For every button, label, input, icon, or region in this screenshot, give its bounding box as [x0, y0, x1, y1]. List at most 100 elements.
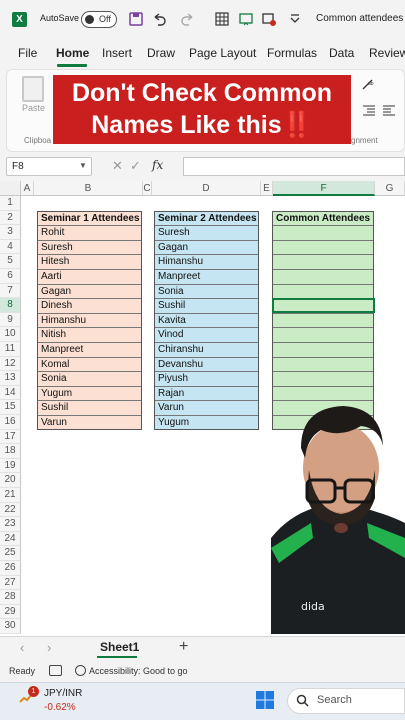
previous-sheet-icon[interactable]: ‹ — [20, 640, 24, 655]
row-header-2[interactable]: 2 — [0, 210, 21, 226]
seminar1-cell[interactable]: Manpreet — [38, 343, 141, 358]
next-sheet-icon[interactable]: › — [47, 640, 51, 655]
seminar1-cell[interactable]: Varun — [38, 416, 141, 431]
row-header-13[interactable]: 13 — [0, 371, 21, 386]
seminar1-cell[interactable]: Sonia — [38, 372, 141, 387]
row-header-29[interactable]: 29 — [0, 604, 21, 620]
common-cell[interactable] — [273, 255, 373, 270]
tab-file[interactable]: File — [18, 46, 37, 60]
row-header-28[interactable]: 28 — [0, 590, 21, 605]
common-cell[interactable] — [273, 270, 373, 285]
common-cell[interactable] — [273, 241, 373, 256]
common-cell[interactable] — [273, 285, 373, 300]
row-header-21[interactable]: 21 — [0, 488, 21, 503]
seminar2-cell[interactable]: Gagan — [155, 241, 258, 256]
common-cell[interactable] — [273, 343, 373, 358]
column-header-e[interactable]: E — [261, 181, 273, 196]
seminar2-cell[interactable]: Sushil — [155, 299, 258, 314]
macro-record-icon[interactable] — [49, 665, 62, 676]
tab-insert[interactable]: Insert — [102, 46, 132, 60]
search-icon[interactable] — [296, 694, 309, 707]
seminar2-cell[interactable]: Kavita — [155, 314, 258, 329]
tab-page-layout[interactable]: Page Layout — [189, 46, 256, 60]
autosave-toggle[interactable]: Off — [81, 11, 117, 28]
accessibility-icon[interactable] — [75, 665, 86, 676]
seminar1-cell[interactable]: Nitish — [38, 328, 141, 343]
windows-start-icon[interactable] — [255, 690, 275, 710]
row-header-16[interactable]: 16 — [0, 415, 21, 430]
seminar1-cell[interactable]: Himanshu — [38, 314, 141, 329]
row-header-9[interactable]: 9 — [0, 312, 21, 328]
column-header-c[interactable]: C — [143, 181, 152, 196]
column-header-a[interactable]: A — [21, 181, 34, 196]
row-header-17[interactable]: 17 — [0, 429, 21, 445]
tab-formulas[interactable]: Formulas — [267, 46, 317, 60]
seminar2-cell[interactable]: Yugum — [155, 416, 258, 431]
row-header-22[interactable]: 22 — [0, 502, 21, 518]
seminar2-cell[interactable]: Vinod — [155, 328, 258, 343]
paste-icon[interactable] — [22, 76, 44, 102]
row-header-14[interactable]: 14 — [0, 385, 21, 401]
tab-data[interactable]: Data — [329, 46, 354, 60]
seminar1-cell[interactable]: Aarti — [38, 270, 141, 285]
row-header-12[interactable]: 12 — [0, 356, 21, 372]
tab-home[interactable]: Home — [56, 46, 89, 60]
customize-toolbar-icon[interactable] — [287, 11, 303, 27]
seminar2-cell[interactable]: Varun — [155, 401, 258, 416]
seminar1-cell[interactable]: Yugum — [38, 387, 141, 402]
seminar2-cell[interactable]: Piyush — [155, 372, 258, 387]
seminar1-cell[interactable]: Rohit — [38, 226, 141, 241]
table-icon[interactable] — [214, 11, 230, 27]
tab-draw[interactable]: Draw — [147, 46, 175, 60]
select-all-corner[interactable] — [0, 181, 21, 196]
row-header-26[interactable]: 26 — [0, 561, 21, 576]
insert-function-button[interactable]: fx — [152, 158, 163, 172]
row-header-19[interactable]: 19 — [0, 458, 21, 474]
row-header-25[interactable]: 25 — [0, 546, 21, 561]
orientation-icon[interactable]: ab — [362, 78, 376, 90]
column-header-f[interactable]: F — [273, 181, 375, 196]
row-header-4[interactable]: 4 — [0, 239, 21, 255]
row-header-23[interactable]: 23 — [0, 517, 21, 532]
seminar1-cell[interactable]: Hitesh — [38, 255, 141, 270]
common-cell[interactable] — [273, 226, 373, 241]
row-header-27[interactable]: 27 — [0, 575, 21, 591]
row-header-5[interactable]: 5 — [0, 254, 21, 269]
formula-input[interactable] — [183, 157, 405, 176]
seminar1-cell[interactable]: Gagan — [38, 285, 141, 300]
column-header-g[interactable]: G — [375, 181, 405, 196]
row-header-1[interactable]: 1 — [0, 196, 21, 211]
enter-check-icon[interactable]: ✓ — [130, 158, 141, 174]
ticker-name[interactable]: JPY/INR — [44, 688, 82, 699]
decrease-indent-icon[interactable] — [362, 104, 376, 116]
ticker-change[interactable]: -0.62% — [44, 702, 76, 713]
common-cell[interactable] — [273, 372, 373, 387]
undo-icon[interactable] — [151, 11, 167, 27]
redo-icon[interactable] — [180, 11, 196, 27]
add-sheet-icon[interactable]: + — [179, 638, 188, 656]
present-icon[interactable] — [238, 11, 254, 27]
record-icon[interactable] — [261, 11, 277, 27]
seminar2-cell[interactable]: Rajan — [155, 387, 258, 402]
seminar2-cell[interactable]: Devanshu — [155, 358, 258, 373]
seminar2-cell[interactable]: Chiranshu — [155, 343, 258, 358]
chevron-down-icon[interactable]: ▼ — [79, 161, 87, 170]
seminar2-cell[interactable]: Himanshu — [155, 255, 258, 270]
row-header-7[interactable]: 7 — [0, 283, 21, 299]
seminar1-cell[interactable]: Dinesh — [38, 299, 141, 314]
seminar1-cell[interactable]: Sushil — [38, 401, 141, 416]
row-header-8[interactable]: 8 — [0, 298, 21, 313]
common-cell[interactable] — [273, 314, 373, 329]
seminar1-cell[interactable]: Suresh — [38, 241, 141, 256]
seminar1-cell[interactable]: Komal — [38, 358, 141, 373]
seminar2-cell[interactable]: Sonia — [155, 285, 258, 300]
seminar1-header[interactable]: Seminar 1 Attendees — [38, 212, 141, 227]
row-header-18[interactable]: 18 — [0, 444, 21, 459]
cancel-icon[interactable]: ✕ — [112, 158, 123, 174]
increase-indent-icon[interactable] — [382, 104, 396, 116]
row-header-11[interactable]: 11 — [0, 342, 21, 357]
save-icon[interactable] — [128, 11, 144, 27]
common-header[interactable]: Common Attendees — [273, 212, 373, 227]
paste-label[interactable]: Paste — [22, 103, 45, 113]
tab-review[interactable]: Review — [369, 46, 405, 60]
